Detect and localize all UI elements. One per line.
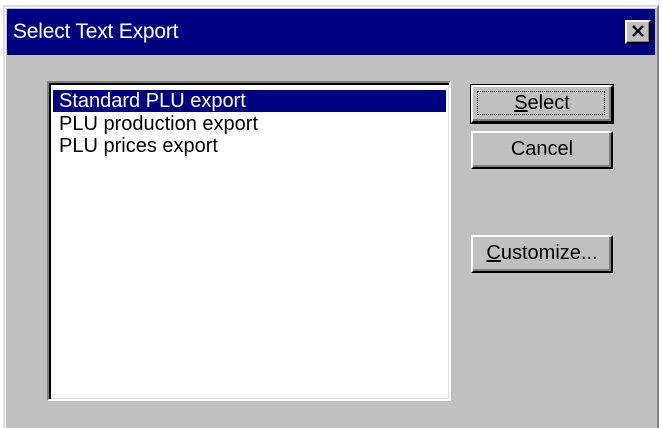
- select-text-export-dialog: Select Text Export Standard PLU export P…: [3, 5, 659, 428]
- select-button[interactable]: Select: [470, 84, 614, 124]
- list-item-label: PLU prices export: [59, 135, 218, 157]
- close-button[interactable]: [625, 20, 651, 44]
- list-item[interactable]: PLU prices export: [53, 135, 446, 157]
- close-x-icon: [632, 25, 644, 37]
- list-item[interactable]: Standard PLU export: [53, 90, 446, 112]
- export-listbox[interactable]: Standard PLU export PLU production expor…: [47, 81, 451, 401]
- select-button-label: Select: [514, 92, 570, 114]
- list-item-label: Standard PLU export: [59, 90, 246, 112]
- list-item-label: PLU production export: [59, 113, 259, 135]
- customize-button[interactable]: Customize...: [471, 235, 613, 273]
- customize-button-label: Customize...: [486, 242, 598, 264]
- list-item[interactable]: PLU production export: [53, 113, 446, 135]
- title-bar[interactable]: Select Text Export: [7, 9, 655, 55]
- cancel-button-label: Cancel: [510, 138, 574, 160]
- dialog-title: Select Text Export: [13, 20, 179, 43]
- cancel-button[interactable]: Cancel: [471, 131, 613, 169]
